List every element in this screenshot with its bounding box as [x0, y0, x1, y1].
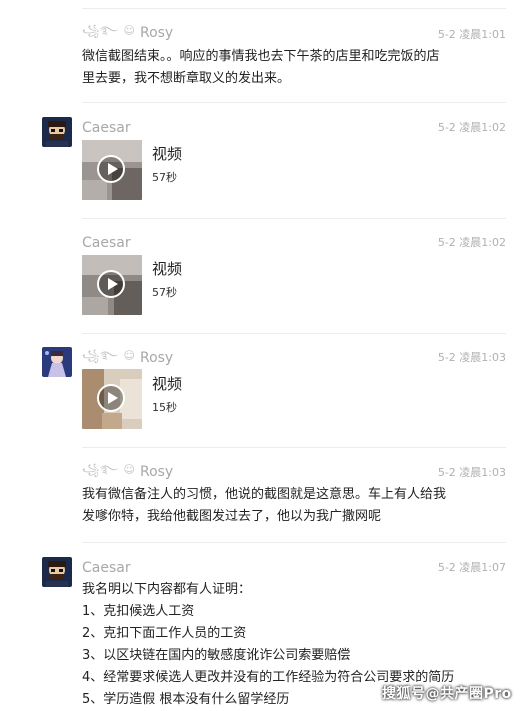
message-time: 5-2 凌晨1:07	[437, 561, 506, 574]
video-thumbnail[interactable]	[82, 140, 142, 200]
play-icon[interactable]	[97, 384, 125, 412]
sender-name-row: ꧁࿐ ☺ Rosy	[82, 463, 173, 481]
message-time: 5-2 凌晨1:02	[437, 236, 506, 249]
video-thumbnail[interactable]	[82, 255, 142, 315]
message-time: 5-2 凌晨1:02	[437, 121, 506, 134]
sender-name[interactable]: Caesar	[82, 235, 131, 251]
message-divider	[82, 333, 506, 334]
message-divider	[82, 102, 506, 103]
sender-name-row: Caesar	[82, 234, 131, 252]
message-divider	[82, 542, 506, 543]
message-text-line: 2、克扣下面工作人员的工资	[82, 626, 247, 641]
video-title: 视频	[152, 145, 183, 163]
sender-name[interactable]: Rosy	[140, 464, 173, 480]
sender-name-row: ꧁࿐ ☺ Rosy	[82, 349, 173, 367]
sender-name-row: Caesar	[82, 119, 131, 137]
avatar[interactable]	[42, 117, 72, 147]
sender-name-row: Caesar	[82, 559, 131, 577]
video-duration: 57秒	[152, 286, 177, 299]
name-decoration: ꧁࿐ ☺	[82, 23, 136, 37]
name-decoration: ꧁࿐ ☺	[82, 462, 136, 476]
message-divider	[82, 218, 506, 219]
avatar[interactable]	[42, 557, 72, 587]
sender-name[interactable]: Caesar	[82, 120, 131, 136]
sender-name[interactable]: Rosy	[140, 350, 173, 366]
message-text-line: 微信截图结束。。响应的事情我也去下午茶的店里和吃完饭的店	[82, 49, 440, 64]
play-icon[interactable]	[97, 155, 125, 183]
sender-name-row: ꧁࿐ ☺ Rosy	[82, 24, 173, 42]
sender-name[interactable]: Caesar	[82, 560, 131, 576]
message-text-line: 我名明以下内容都有人证明：	[82, 582, 252, 597]
video-title: 视频	[152, 260, 183, 278]
message-text-line: 1、克扣候选人工资	[82, 604, 195, 619]
play-icon[interactable]	[97, 270, 125, 298]
message-time: 5-2 凌晨1:01	[437, 28, 506, 41]
message-text-line: 发嗲你特，我给他截图发过去了，他以为我广撒网呢	[82, 509, 382, 524]
message-time: 5-2 凌晨1:03	[437, 351, 506, 364]
avatar[interactable]	[42, 347, 72, 377]
video-duration: 15秒	[152, 401, 177, 414]
message-time: 5-2 凌晨1:03	[437, 466, 506, 479]
watermark: 搜狐号@共产圈Pro	[382, 686, 512, 702]
video-title: 视频	[152, 375, 183, 393]
message-text-line: 3、以区块链在国内的敏感度讹诈公司索要赔偿	[82, 648, 351, 663]
message-text-line: 我有微信备注人的习惯，他说的截图就是这意思。车上有人给我	[82, 487, 447, 502]
message-divider	[82, 8, 506, 9]
sender-name[interactable]: Rosy	[140, 25, 173, 41]
message-text-line: 里去要，我不想断章取义的发出来。	[82, 71, 291, 86]
video-thumbnail[interactable]	[82, 369, 142, 429]
message-divider	[82, 447, 506, 448]
message-text: 我有微信备注人的习惯，他说的截图就是这意思。车上有人给我 发嗲你特，我给他截图发…	[82, 484, 502, 528]
message-text: 微信截图结束。。响应的事情我也去下午茶的店里和吃完饭的店 里去要，我不想断章取义…	[82, 46, 502, 90]
video-duration: 57秒	[152, 171, 177, 184]
